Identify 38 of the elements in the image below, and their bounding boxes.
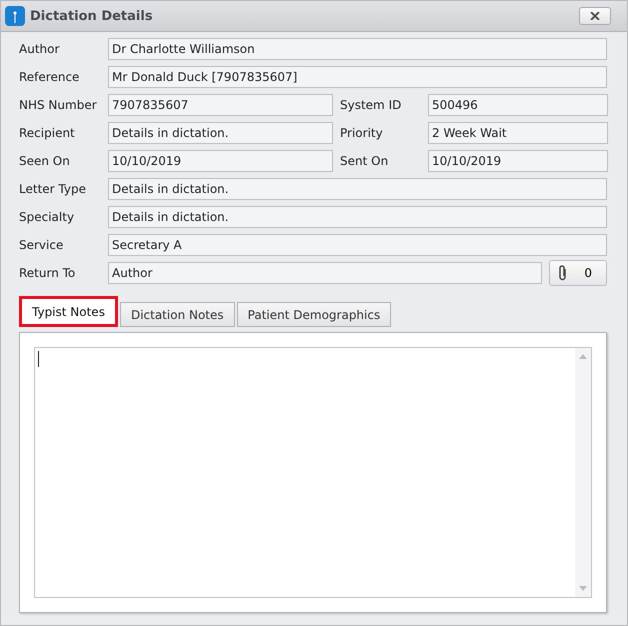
field-label: Reference — [19, 70, 80, 84]
field-label: Sent On — [340, 154, 390, 168]
scroll-up-icon[interactable] — [579, 354, 587, 359]
field-label: Letter Type — [19, 182, 87, 196]
field-label: Priority — [340, 126, 384, 140]
field-label: NHS Number — [19, 98, 98, 112]
scrollbar[interactable] — [575, 348, 591, 597]
paperclip-icon — [558, 265, 568, 281]
window-title: Dictation Details — [30, 8, 154, 24]
close-button[interactable] — [579, 7, 611, 25]
field-label: Recipient — [19, 126, 76, 140]
text-field[interactable]: Secretary A — [108, 234, 607, 256]
text-field[interactable]: Details in dictation. — [108, 178, 607, 200]
scroll-down-icon[interactable] — [579, 586, 587, 591]
text-field[interactable]: 10/10/2019 — [428, 150, 608, 172]
attachments-button[interactable]: 0 — [549, 260, 607, 286]
text-field[interactable]: 500496 — [428, 94, 608, 116]
field-label: Return To — [19, 266, 76, 280]
text-field[interactable]: 10/10/2019 — [108, 150, 333, 172]
app-icon — [5, 6, 25, 26]
text-field[interactable]: 2 Week Wait — [428, 122, 608, 144]
text-field[interactable]: Mr Donald Duck [7907835607] — [108, 66, 607, 88]
text-field[interactable]: Details in dictation. — [108, 206, 607, 228]
field-label: Specialty — [19, 210, 76, 224]
text-field[interactable]: Author — [108, 262, 542, 284]
field-label: Seen On — [19, 154, 71, 168]
text-field[interactable]: Dr Charlotte Williamson — [108, 38, 607, 60]
notes-text-area[interactable] — [34, 347, 592, 598]
field-label: Service — [19, 238, 64, 252]
field-label: System ID — [340, 98, 402, 112]
text-field[interactable]: 7907835607 — [108, 94, 333, 116]
close-icon — [590, 12, 600, 20]
tab[interactable]: Typist Notes — [19, 296, 118, 327]
tab[interactable]: Patient Demographics — [236, 302, 392, 327]
text-cursor — [38, 351, 39, 367]
tab[interactable]: Dictation Notes — [120, 302, 235, 327]
field-label: Author — [19, 42, 60, 56]
text-field[interactable]: Details in dictation. — [108, 122, 333, 144]
